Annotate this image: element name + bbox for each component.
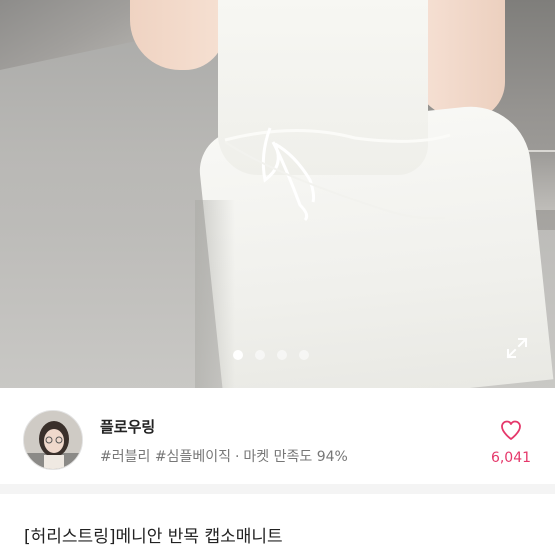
like-button[interactable]: 6,041 bbox=[486, 418, 536, 466]
carousel-dot-1[interactable] bbox=[233, 350, 243, 360]
waist-string bbox=[224, 127, 451, 222]
shop-tag[interactable]: #심플베이직 bbox=[155, 449, 231, 465]
product-image[interactable] bbox=[0, 0, 555, 388]
carousel-dots bbox=[233, 350, 309, 360]
market-satisfaction: 마켓 만족도 94% bbox=[243, 449, 348, 465]
product-title: [허리스트링]메니안 반목 캡소매니트 bbox=[24, 527, 283, 547]
carousel-dot-2[interactable] bbox=[255, 350, 265, 360]
like-count: 6,041 bbox=[490, 450, 532, 466]
model-arm-left bbox=[130, 0, 225, 70]
carousel-dot-4[interactable] bbox=[299, 350, 309, 360]
section-divider bbox=[0, 484, 555, 494]
shop-tag[interactable]: #러블리 bbox=[100, 449, 150, 465]
expand-icon[interactable] bbox=[505, 336, 529, 360]
heart-outline-icon bbox=[501, 420, 521, 440]
avatar[interactable] bbox=[23, 410, 83, 470]
carousel-dot-3[interactable] bbox=[277, 350, 287, 360]
meta-separator: · bbox=[234, 449, 240, 465]
seller-info[interactable]: 플로우링 #러블리 #심플베이직 · 마켓 만족도 94% 6,041 bbox=[0, 388, 555, 484]
shop-meta: #러블리 #심플베이직 · 마켓 만족도 94% bbox=[100, 446, 348, 466]
shop-name[interactable]: 플로우링 bbox=[100, 416, 155, 437]
